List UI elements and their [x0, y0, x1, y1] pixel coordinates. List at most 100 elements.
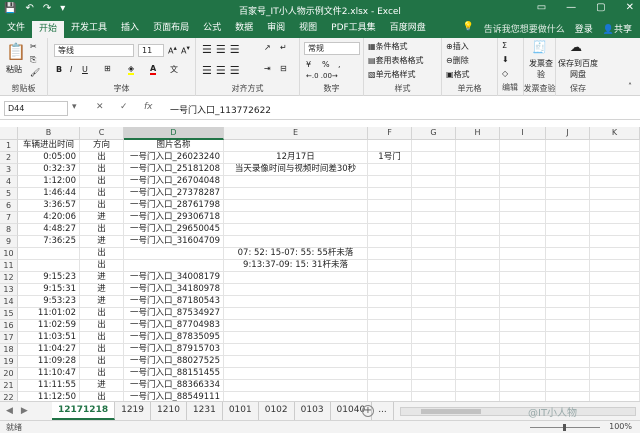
- cell-e19[interactable]: [224, 356, 368, 368]
- tab-page-layout[interactable]: 页面布局: [146, 19, 196, 38]
- cell-h21[interactable]: [456, 380, 500, 392]
- cell-h6[interactable]: [456, 200, 500, 212]
- paste-button[interactable]: 粘贴: [6, 64, 22, 75]
- column-header-h[interactable]: H: [456, 127, 500, 140]
- tab-pdf-tools[interactable]: PDF工具集: [324, 19, 383, 38]
- cell-h19[interactable]: [456, 356, 500, 368]
- cell-g3[interactable]: [412, 164, 456, 176]
- tab-file[interactable]: 文件: [0, 19, 32, 38]
- row-header[interactable]: 14: [0, 296, 18, 308]
- cell-h11[interactable]: [456, 260, 500, 272]
- cell-k4[interactable]: [590, 176, 640, 188]
- column-header-j[interactable]: J: [546, 127, 590, 140]
- cell-e12[interactable]: [224, 272, 368, 284]
- cell-h7[interactable]: [456, 212, 500, 224]
- cell-i17[interactable]: [500, 332, 546, 344]
- cell-f12[interactable]: [368, 272, 412, 284]
- cell-g6[interactable]: [412, 200, 456, 212]
- cell-d15[interactable]: 一号门入口_87534927: [124, 308, 224, 320]
- sheet-tab-1231[interactable]: 1231: [187, 402, 223, 420]
- column-header-i[interactable]: I: [500, 127, 546, 140]
- cell-d13[interactable]: 一号门入口_34180978: [124, 284, 224, 296]
- fill-icon[interactable]: ⬇: [502, 55, 509, 64]
- login-button[interactable]: 登录: [575, 22, 593, 35]
- cell-d2[interactable]: 一号门入口_26023240: [124, 152, 224, 164]
- sheet-tab-0102[interactable]: 0102: [259, 402, 295, 420]
- currency-icon[interactable]: ¥: [306, 60, 311, 69]
- cell-j7[interactable]: [546, 212, 590, 224]
- cell-d1[interactable]: 图片名称: [124, 140, 224, 152]
- format-cells-button[interactable]: ▣格式: [446, 69, 470, 80]
- cell-d3[interactable]: 一号门入口_25181208: [124, 164, 224, 176]
- cell-i13[interactable]: [500, 284, 546, 296]
- wrap-text-icon[interactable]: ↵: [280, 43, 287, 52]
- cell-b11[interactable]: [18, 260, 80, 272]
- cell-j14[interactable]: [546, 296, 590, 308]
- cell-k21[interactable]: [590, 380, 640, 392]
- tab-data[interactable]: 数据: [228, 19, 260, 38]
- cell-c7[interactable]: 进: [80, 212, 124, 224]
- row-header[interactable]: 10: [0, 248, 18, 260]
- cell-i20[interactable]: [500, 368, 546, 380]
- cell-b17[interactable]: 11:03:51: [18, 332, 80, 344]
- autosum-icon[interactable]: Σ: [502, 41, 507, 50]
- cell-style-button[interactable]: ▧单元格样式: [368, 69, 416, 80]
- row-header[interactable]: 6: [0, 200, 18, 212]
- cell-c19[interactable]: 出: [80, 356, 124, 368]
- cell-k19[interactable]: [590, 356, 640, 368]
- clear-icon[interactable]: ◇: [502, 69, 508, 78]
- fill-color-icon[interactable]: ◈: [128, 64, 135, 75]
- format-painter-icon[interactable]: 🖌: [30, 68, 40, 77]
- zoom-thumb[interactable]: [563, 424, 566, 431]
- row-header[interactable]: 4: [0, 176, 18, 188]
- cell-i2[interactable]: [500, 152, 546, 164]
- row-header[interactable]: 15: [0, 308, 18, 320]
- cell-b6[interactable]: 3:36:57: [18, 200, 80, 212]
- cell-b15[interactable]: 11:01:02: [18, 308, 80, 320]
- row-header[interactable]: 11: [0, 260, 18, 272]
- cell-h20[interactable]: [456, 368, 500, 380]
- cell-h22[interactable]: [456, 392, 500, 401]
- cell-j9[interactable]: [546, 236, 590, 248]
- cell-i19[interactable]: [500, 356, 546, 368]
- cell-h4[interactable]: [456, 176, 500, 188]
- cell-e7[interactable]: [224, 212, 368, 224]
- cell-b9[interactable]: 7:36:25: [18, 236, 80, 248]
- zoom-slider[interactable]: [530, 424, 600, 431]
- cell-d6[interactable]: 一号门入口_28761798: [124, 200, 224, 212]
- cell-i6[interactable]: [500, 200, 546, 212]
- cell-g17[interactable]: [412, 332, 456, 344]
- cell-c17[interactable]: 出: [80, 332, 124, 344]
- cell-f11[interactable]: [368, 260, 412, 272]
- cell-h8[interactable]: [456, 224, 500, 236]
- cell-b13[interactable]: 9:15:31: [18, 284, 80, 296]
- cell-g2[interactable]: [412, 152, 456, 164]
- cell-i14[interactable]: [500, 296, 546, 308]
- cell-e18[interactable]: [224, 344, 368, 356]
- cell-i15[interactable]: [500, 308, 546, 320]
- cell-c13[interactable]: 进: [80, 284, 124, 296]
- cell-h2[interactable]: [456, 152, 500, 164]
- cell-h9[interactable]: [456, 236, 500, 248]
- cell-c9[interactable]: 进: [80, 236, 124, 248]
- tab-formulas[interactable]: 公式: [196, 19, 228, 38]
- cell-i4[interactable]: [500, 176, 546, 188]
- cell-k22[interactable]: [590, 392, 640, 401]
- cell-b8[interactable]: 4:48:27: [18, 224, 80, 236]
- cell-e1[interactable]: [224, 140, 368, 152]
- merge-center-icon[interactable]: ⊟: [280, 64, 287, 73]
- cell-f22[interactable]: [368, 392, 412, 401]
- cell-g5[interactable]: [412, 188, 456, 200]
- phonetic-icon[interactable]: 文: [170, 64, 178, 75]
- cell-e2[interactable]: 12月17日: [224, 152, 368, 164]
- cell-b19[interactable]: 11:09:28: [18, 356, 80, 368]
- column-header-f[interactable]: F: [368, 127, 412, 140]
- percent-button[interactable]: %: [322, 60, 330, 69]
- cell-b10[interactable]: [18, 248, 80, 260]
- cell-g22[interactable]: [412, 392, 456, 401]
- orientation-icon[interactable]: ↗: [264, 43, 271, 52]
- row-header[interactable]: 21: [0, 380, 18, 392]
- cell-d22[interactable]: 一号门入口_88549111: [124, 392, 224, 401]
- cell-c12[interactable]: 进: [80, 272, 124, 284]
- cell-b14[interactable]: 9:53:23: [18, 296, 80, 308]
